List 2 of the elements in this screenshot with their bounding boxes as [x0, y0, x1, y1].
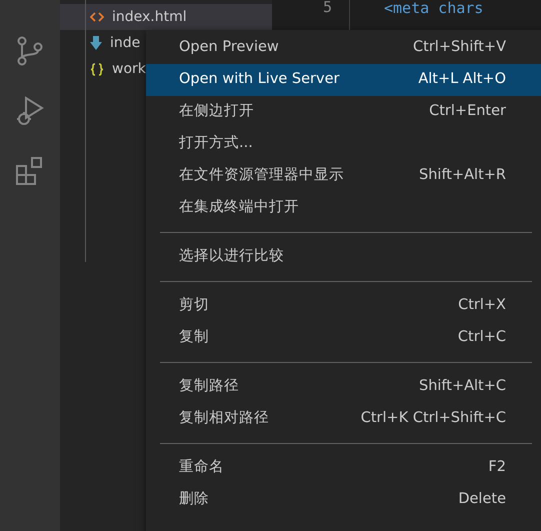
- code-line: <meta chars: [384, 0, 484, 17]
- line-number: 5: [322, 0, 332, 16]
